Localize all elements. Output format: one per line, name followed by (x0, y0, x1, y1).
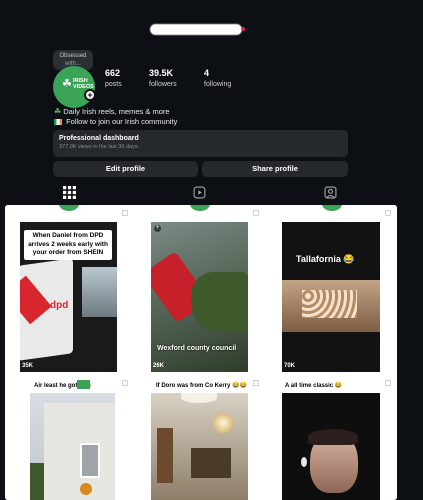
ceiling-rose (181, 393, 217, 403)
post-tile[interactable]: dpd When Daniel from DPD arrives 2 weeks… (5, 205, 134, 373)
person-head (80, 483, 92, 495)
add-story-button[interactable]: + (84, 89, 96, 101)
post-tile[interactable]: Air least he got it 😂 (5, 375, 134, 500)
stat-following-value: 4 (204, 68, 210, 78)
multi-post-icon (385, 210, 391, 216)
bio: ☘ Daily Irish reels, memes & more Follow… (54, 107, 177, 127)
post-tile[interactable]: Tallafornia 😂 70K (267, 205, 397, 373)
posts-grid: dpd When Daniel from DPD arrives 2 weeks… (5, 205, 397, 500)
edit-profile-button[interactable]: Edit profile (53, 161, 198, 177)
egg-tray-photo (282, 280, 380, 332)
bio-line-2: Follow to join our Irish community (54, 117, 177, 127)
post-thumbnail: Tallafornia 😂 70K (282, 222, 380, 372)
post-view-count: 70K (284, 363, 296, 369)
bio-line-1: ☘ Daily Irish reels, memes & more (54, 107, 170, 116)
multi-post-icon (253, 210, 259, 216)
video-overlay-text: Wexford county council (157, 345, 237, 352)
dashboard-subtitle: 377.0K views in the last 30 days. (59, 144, 140, 150)
egg-tray (302, 290, 357, 318)
post-caption: Tallafornia 😂 (296, 254, 355, 264)
tagged-icon[interactable] (324, 186, 337, 199)
door (157, 428, 173, 483)
post-view-count: 26K (153, 363, 165, 369)
pin-indicator (190, 205, 210, 211)
channel-logo (77, 380, 90, 389)
pin-indicator (59, 205, 79, 211)
stat-posts-label: posts (105, 81, 122, 88)
stat-followers-value: 39.5K (149, 68, 174, 78)
multi-post-icon (253, 380, 259, 386)
post-tile[interactable]: If Doro was from Co Kerry 😂😂 (136, 375, 265, 500)
pin-indicator (322, 205, 342, 211)
avatar[interactable]: ☘ IRISH VIDEOS (53, 66, 95, 108)
earbud (301, 457, 307, 467)
shamrock-icon: ☘ (54, 107, 62, 116)
multi-post-icon (122, 380, 128, 386)
reels-icon[interactable] (193, 186, 206, 199)
note-line-1: Obsessed (59, 53, 87, 59)
post-tile[interactable]: A all time classic 😂 (267, 375, 397, 500)
irish-flag-icon (54, 119, 62, 126)
shamrock-icon: ☘ (62, 78, 72, 90)
chandelier (213, 413, 233, 433)
stat-posts-value: 662 (105, 68, 121, 78)
hedge (191, 272, 248, 332)
post-thumbnail (282, 393, 380, 500)
post-thumbnail: + Wexford county council 26K (151, 222, 248, 372)
profile-tabs (0, 182, 423, 204)
post-caption: If Doro was from Co Kerry 😂😂 (156, 383, 247, 389)
multi-post-icon (122, 210, 128, 216)
top-bar (0, 0, 423, 50)
post-thumbnail (30, 393, 115, 500)
username-redacted (150, 24, 242, 35)
fireplace (191, 448, 231, 478)
stat-followers-label: followers (149, 81, 177, 88)
post-thumbnail: dpd When Daniel from DPD arrives 2 weeks… (20, 222, 117, 372)
grid-icon[interactable] (63, 186, 76, 199)
post-view-count: 35K (22, 363, 34, 369)
notification-dot (241, 27, 245, 31)
hair (308, 429, 358, 445)
post-thumbnail (151, 393, 248, 500)
multi-post-icon (385, 380, 391, 386)
street-background (82, 267, 117, 317)
professional-dashboard[interactable]: Professional dashboard 377.0K views in t… (53, 130, 348, 157)
dashboard-title: Professional dashboard (59, 135, 139, 142)
hedge (30, 463, 44, 500)
dpd-brand-text: dpd (50, 300, 69, 311)
post-tile[interactable]: + Wexford county council 26K (136, 205, 265, 373)
share-profile-button[interactable]: Share profile (202, 161, 348, 177)
stat-following[interactable]: 4 following (204, 68, 231, 88)
add-icon: + (154, 225, 161, 232)
stat-following-label: following (204, 81, 232, 88)
avatar-logo-text: IRISH VIDEOS (73, 78, 94, 90)
post-caption: When Daniel from DPD arrives 2 weeks ear… (24, 230, 112, 260)
window (80, 443, 100, 478)
post-caption: A all time classic 😂 (285, 383, 343, 389)
stat-posts[interactable]: 662 posts (105, 68, 122, 88)
stat-followers[interactable]: 39.5K followers (149, 68, 177, 88)
